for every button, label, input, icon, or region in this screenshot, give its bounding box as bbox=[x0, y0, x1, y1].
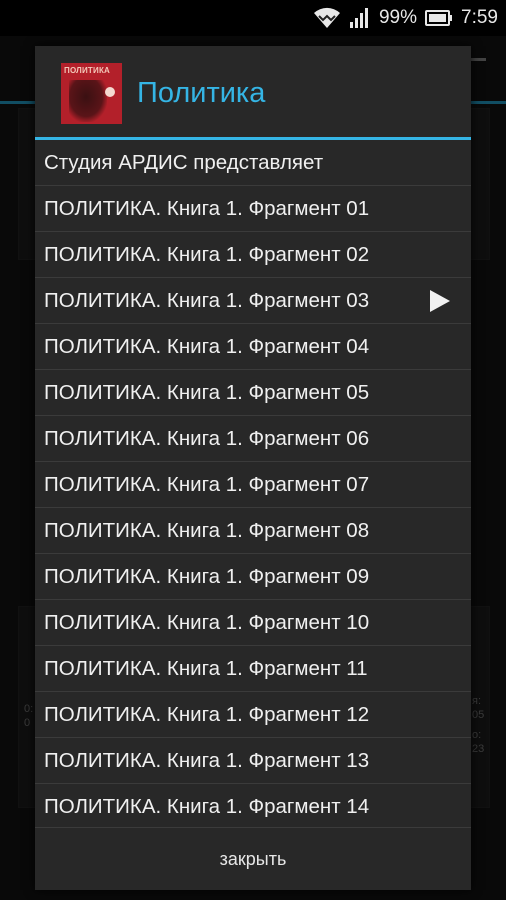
track-row[interactable]: ПОЛИТИКА. Книга 1. Фрагмент 09 bbox=[35, 554, 471, 600]
playlist-dialog: ПОЛИТИКА Политика Студия АРДИС представл… bbox=[35, 46, 471, 890]
track-row[interactable]: ПОЛИТИКА. Книга 1. Фрагмент 02 bbox=[35, 232, 471, 278]
status-bar: 99% 7:59 bbox=[0, 0, 506, 36]
track-row[interactable]: ПОЛИТИКА. Книга 1. Фрагмент 07 bbox=[35, 462, 471, 508]
track-label: ПОЛИТИКА. Книга 1. Фрагмент 01 bbox=[44, 197, 370, 220]
battery-icon bbox=[425, 9, 453, 27]
track-row[interactable]: ПОЛИТИКА. Книга 1. Фрагмент 05 bbox=[35, 370, 471, 416]
dialog-header: ПОЛИТИКА Политика bbox=[35, 46, 471, 138]
track-label: ПОЛИТИКА. Книга 1. Фрагмент 12 bbox=[44, 703, 370, 726]
cover-badge bbox=[105, 87, 115, 97]
track-row[interactable]: ПОЛИТИКА. Книга 1. Фрагмент 06 bbox=[35, 416, 471, 462]
dialog-footer: закрыть bbox=[35, 827, 471, 890]
track-label: Студия АРДИС представляет bbox=[44, 151, 324, 174]
track-row[interactable]: ПОЛИТИКА. Книга 1. Фрагмент 10 bbox=[35, 600, 471, 646]
track-label: ПОЛИТИКА. Книга 1. Фрагмент 13 bbox=[44, 749, 370, 772]
track-label: ПОЛИТИКА. Книга 1. Фрагмент 10 bbox=[44, 611, 370, 634]
track-row[interactable]: ПОЛИТИКА. Книга 1. Фрагмент 04 bbox=[35, 324, 471, 370]
cover-title: ПОЛИТИКА bbox=[64, 66, 111, 75]
track-label: ПОЛИТИКА. Книга 1. Фрагмент 03 bbox=[44, 289, 370, 312]
track-row[interactable]: ПОЛИТИКА. Книга 1. Фрагмент 01 bbox=[35, 186, 471, 232]
track-row[interactable]: ПОЛИТИКА. Книга 1. Фрагмент 13 bbox=[35, 738, 471, 784]
track-list[interactable]: Студия АРДИС представляет ПОЛИТИКА. Книга… bbox=[35, 140, 471, 828]
track-label: ПОЛИТИКА. Книга 1. Фрагмент 02 bbox=[44, 243, 370, 266]
track-label: ПОЛИТИКА. Книга 1. Фрагмент 11 bbox=[44, 657, 368, 680]
track-label: ПОЛИТИКА. Книга 1. Фрагмент 06 bbox=[44, 427, 370, 450]
track-row[interactable]: ПОЛИТИКА. Книга 1. Фрагмент 12 bbox=[35, 692, 471, 738]
signal-icon bbox=[349, 7, 371, 29]
track-row[interactable]: ПОЛИТИКА. Книга 1. Фрагмент 08 bbox=[35, 508, 471, 554]
track-label: ПОЛИТИКА. Книга 1. Фрагмент 14 bbox=[44, 795, 370, 818]
track-row[interactable]: Студия АРДИС представляет bbox=[35, 140, 471, 186]
track-label: ПОЛИТИКА. Книга 1. Фрагмент 08 bbox=[44, 519, 370, 542]
track-label: ПОЛИТИКА. Книга 1. Фрагмент 05 bbox=[44, 381, 370, 404]
dialog-title: Политика bbox=[137, 77, 266, 109]
track-label: ПОЛИТИКА. Книга 1. Фрагмент 04 bbox=[44, 335, 370, 358]
track-label: ПОЛИТИКА. Книга 1. Фрагмент 07 bbox=[44, 473, 370, 496]
book-cover-icon: ПОЛИТИКА bbox=[61, 63, 122, 124]
track-row[interactable]: ПОЛИТИКА. Книга 1. Фрагмент 03 bbox=[35, 278, 471, 324]
wifi-icon bbox=[313, 7, 341, 29]
clock: 7:59 bbox=[461, 7, 498, 28]
battery-percent: 99% bbox=[378, 7, 418, 28]
play-icon bbox=[430, 290, 450, 312]
close-button[interactable]: закрыть bbox=[35, 828, 471, 890]
screen: 0: 0 я: 05 о: 23 99% 7:59 ПОЛИТИКА Полит… bbox=[0, 0, 506, 900]
track-row[interactable]: ПОЛИТИКА. Книга 1. Фрагмент 11 bbox=[35, 646, 471, 692]
cover-figure bbox=[69, 80, 107, 122]
track-label: ПОЛИТИКА. Книга 1. Фрагмент 09 bbox=[44, 565, 370, 588]
track-row[interactable]: ПОЛИТИКА. Книга 1. Фрагмент 14 bbox=[35, 784, 471, 828]
